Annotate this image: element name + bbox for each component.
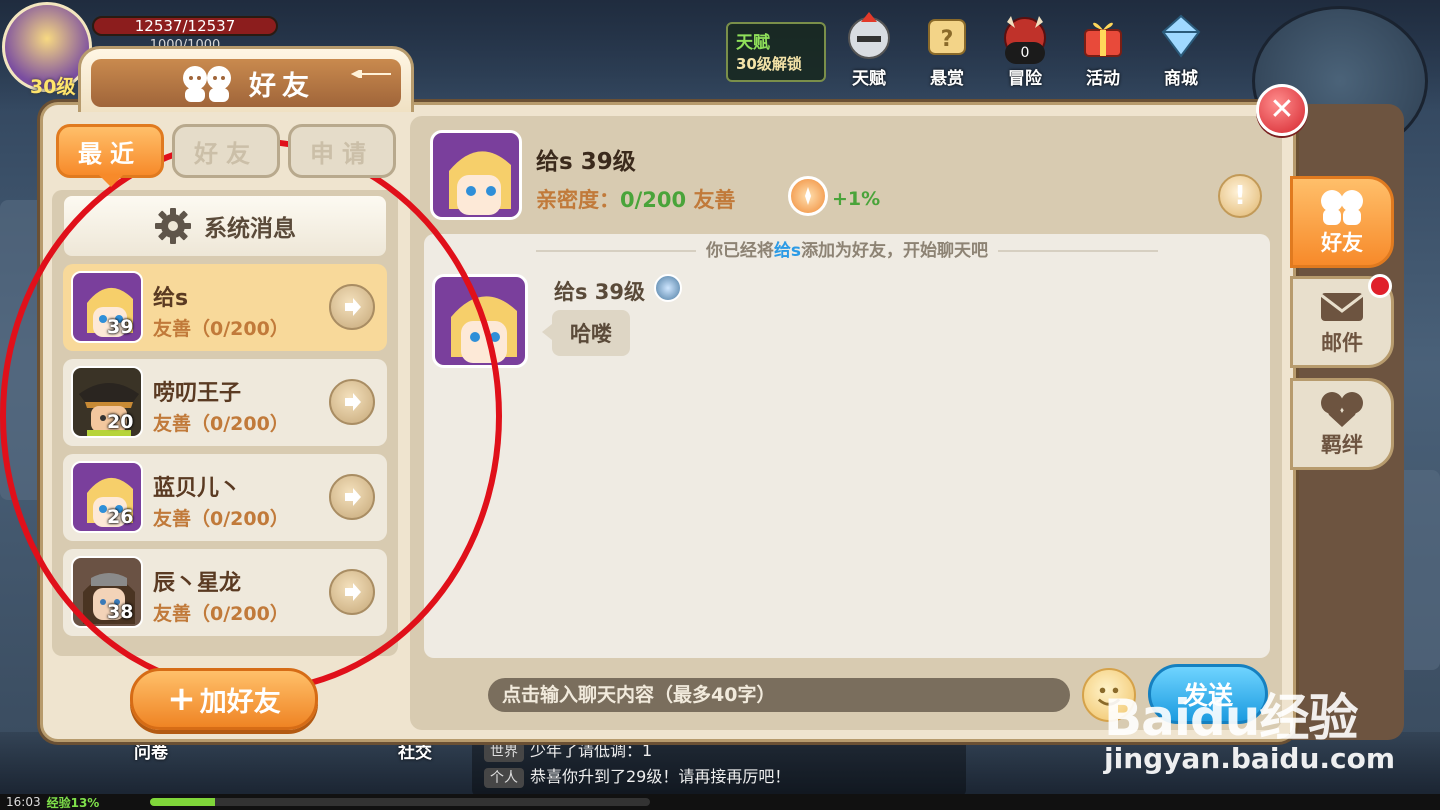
topnav-shop[interactable]: 商城 (1146, 8, 1216, 90)
chat-history[interactable] (424, 234, 1270, 658)
intimacy-row: 亲密度：0/200 友善 (536, 184, 735, 214)
clock: 16:03 (6, 795, 41, 809)
message-bubble: 哈喽 (542, 310, 630, 356)
topnav-adventure[interactable]: 0 冒险 (990, 8, 1060, 90)
character-portrait-icon (433, 133, 519, 217)
intimacy-bonus: +1% (832, 188, 881, 210)
notice-divider (998, 250, 1159, 252)
title-banner: 好友 (91, 59, 401, 107)
tab-requests[interactable]: 申请 (288, 124, 396, 178)
exclamation-icon: ! (1234, 181, 1246, 211)
side-tab-label: 邮件 (1321, 331, 1363, 355)
dialog-title: 好友 (249, 70, 315, 102)
annotation-circle (0, 138, 502, 694)
chat-partner-avatar[interactable] (430, 130, 522, 220)
topnav-events[interactable]: 活动 (1068, 8, 1138, 90)
notice-prefix: 你已经将 (705, 241, 774, 261)
exp-bar (150, 798, 650, 806)
chat-channel-tag: 个人 (484, 768, 524, 788)
chat-line-text: 恭喜你升到了29级！请再接再厉吧！ (530, 767, 791, 786)
plus-icon: + (167, 679, 196, 719)
svg-text:?: ? (941, 27, 954, 52)
notice-divider (535, 250, 696, 252)
bond-icon (1321, 392, 1363, 427)
topnav-label: 商城 (1164, 69, 1198, 89)
topnav-label: 活动 (1086, 69, 1120, 89)
tab-friends[interactable]: 好友 (172, 124, 280, 178)
topnav-label: 悬赏 (930, 69, 964, 89)
talent-title: 天赋 (736, 33, 770, 53)
side-tab-label: 好友 (1321, 231, 1363, 255)
message-sender: 给s 39级 (554, 280, 646, 304)
side-tab-friends[interactable]: 好友 (1290, 176, 1394, 268)
notice-friend-name: 给s (773, 241, 802, 261)
chat-channel-tag: 世界 (484, 742, 524, 762)
intimacy-bonus-badge[interactable] (788, 176, 828, 216)
watermark-url: jingyan.baidu.com (1104, 742, 1396, 775)
intimacy-level: 友善 (693, 188, 736, 212)
topnav-talent[interactable]: 天赋 (834, 8, 904, 90)
player-level: 30级 (30, 76, 76, 98)
dialog-title-tab: 好友 (78, 46, 414, 112)
chat-system-notice: 你已经将给s添加为好友，开始聊天吧 (424, 236, 1270, 261)
chat-input[interactable]: 点击输入聊天内容（最多40字） (488, 678, 1070, 712)
intimacy-label: 亲密度： (536, 188, 620, 212)
mail-icon (1320, 293, 1364, 321)
chat-line-text: 少年了请低调：1 (530, 741, 653, 760)
add-friend-button[interactable]: + 加好友 (130, 668, 318, 730)
title-badge-icon (654, 274, 682, 302)
status-bar: 16:03 经验13% (0, 794, 1440, 810)
scroll-icon: ? (928, 19, 966, 55)
topnav-bounty[interactable]: ? 悬赏 (912, 8, 982, 90)
chat-line: 个人 恭喜你升到了29级！请再接再厉吧！ (472, 764, 966, 790)
baidu-watermark: Baidu经验 jingyan.baidu.com (1104, 650, 1434, 780)
topnav-label: 冒险 (1008, 69, 1042, 89)
notice-suffix: 添加为好友，开始聊天吧 (801, 241, 989, 261)
shop-icon (1161, 14, 1201, 58)
gift-icon (1084, 22, 1122, 57)
notification-dot (1368, 274, 1392, 298)
friend-tabs: 最近 好友 申请 (56, 124, 396, 187)
chat-partner-name: 给s 39级 (536, 149, 636, 175)
talent-subtitle: 30级解锁 (736, 55, 802, 73)
close-button[interactable]: ✕ (1256, 84, 1308, 136)
exp-bar-fill (150, 798, 215, 806)
friends-icon (183, 66, 231, 102)
title-ornament-icon (351, 70, 391, 78)
close-icon: ✕ (1269, 92, 1295, 127)
adventure-count: 0 (1005, 42, 1045, 64)
hp-value: 12537/12537 (134, 17, 236, 35)
topnav-label: 天赋 (852, 69, 886, 89)
side-tab-bond[interactable]: 羁绊 (1290, 378, 1394, 470)
world-chat-strip[interactable]: 世界 少年了请低调：1 个人 恭喜你升到了29级！请再接再厉吧！ (472, 738, 966, 796)
talent-unlock-box[interactable]: 天赋 30级解锁 (726, 22, 826, 82)
intimacy-value: 0/200 (620, 188, 687, 212)
knight-helmet-icon (848, 12, 890, 59)
watermark-logo: Baidu经验 (1104, 689, 1358, 747)
friends-icon (1321, 190, 1363, 225)
tab-recent[interactable]: 最近 (56, 124, 164, 187)
side-tab-label: 羁绊 (1321, 433, 1363, 457)
top-nav: 天赋 ? 悬赏 0 冒险 活动 商城 (834, 8, 1216, 90)
exp-label: 经验13% (46, 795, 100, 810)
sword-icon (805, 187, 811, 205)
add-friend-label: 加好友 (199, 686, 281, 718)
report-button[interactable]: ! (1218, 174, 1262, 218)
